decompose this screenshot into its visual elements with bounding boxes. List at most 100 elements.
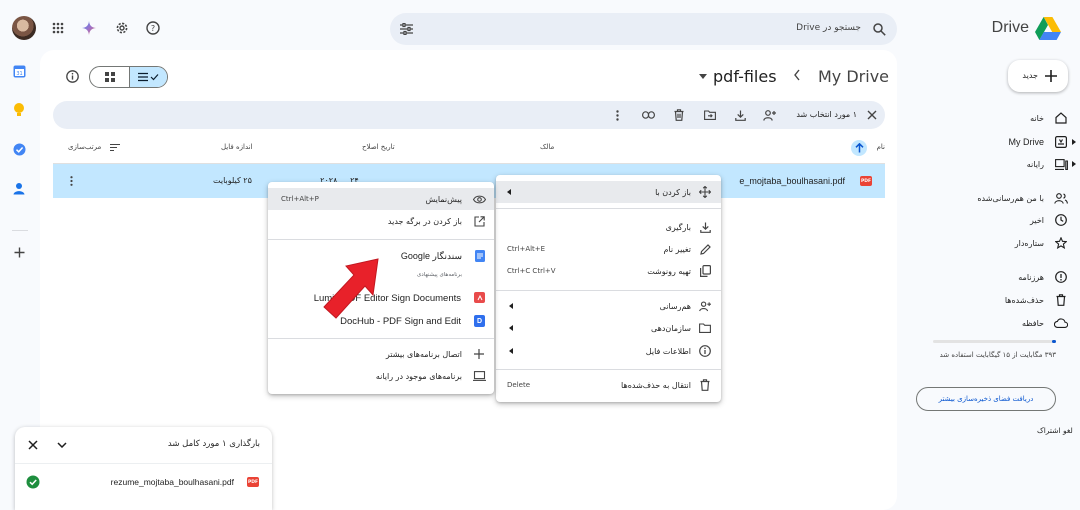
menu-item-share[interactable]: هم‌رسانی: [496, 295, 721, 317]
nav-item-spam[interactable]: هرزنامه: [908, 267, 1068, 287]
menu-item-open-with[interactable]: باز کردن با: [496, 181, 721, 203]
pdf-file-icon: PDF: [860, 176, 872, 186]
open-with-move-icon: [699, 186, 711, 198]
grid-view-icon[interactable]: [90, 67, 129, 87]
download-icon[interactable]: [733, 108, 747, 122]
get-more-storage-button[interactable]: دریافت فضای ذخیره‌سازی بیشتر: [916, 387, 1056, 411]
upload-status-title: بارگذاری ۱ مورد کامل شد: [167, 439, 260, 449]
collapse-chevron-down-icon[interactable]: [56, 439, 68, 451]
uploaded-file-name[interactable]: rezume_mojtaba_boulhasani.pdf: [111, 477, 234, 487]
menu-divider: [496, 208, 721, 209]
search-bar[interactable]: جستجو در Drive: [390, 13, 897, 45]
search-input[interactable]: جستجو در Drive: [796, 23, 861, 33]
row-more-kebab-icon[interactable]: [66, 175, 76, 187]
gemini-icon[interactable]: [81, 20, 97, 36]
plus-icon: [1044, 69, 1058, 83]
menu-item-file-info[interactable]: اطلاعات فایل: [496, 340, 721, 362]
submenu-item-lumin[interactable]: Lumin PDF Editor Sign Documents: [268, 287, 494, 309]
sort-options-label[interactable]: مرتب‌سازی: [68, 143, 101, 151]
share-person-add-icon[interactable]: [762, 108, 776, 122]
breadcrumb-current-folder[interactable]: pdf-files: [713, 67, 777, 86]
column-header-owner[interactable]: مالک: [540, 143, 554, 151]
sort-arrow-up-icon[interactable]: [851, 140, 867, 156]
svg-text:31: 31: [16, 71, 22, 77]
file-name[interactable]: e_mojtaba_boulhasani.pdf: [739, 176, 845, 186]
tasks-icon[interactable]: [12, 142, 26, 156]
column-header-name[interactable]: نام: [877, 143, 885, 151]
submenu-item-preview[interactable]: پیش‌نمایش Ctrl+Alt+P: [268, 188, 494, 210]
calendar-icon[interactable]: 31: [12, 64, 26, 78]
app-name: Drive: [991, 19, 1029, 36]
menu-item-move-to-trash[interactable]: انتقال به حذف‌شده‌ها Delete: [496, 374, 721, 396]
apps-grid-icon[interactable]: [50, 20, 66, 36]
cloud-icon: [1054, 316, 1068, 330]
star-icon: [1054, 236, 1068, 250]
column-header-size[interactable]: اندازه فایل: [221, 143, 253, 151]
more-actions-kebab-icon[interactable]: [610, 108, 624, 122]
rail-divider: [12, 230, 28, 231]
my-drive-icon: [1054, 135, 1068, 149]
avatar[interactable]: [12, 16, 36, 40]
unsubscribe-link[interactable]: لغو اشتراک: [1037, 426, 1073, 435]
submenu-item-computer-apps[interactable]: برنامه‌های موجود در رایانه: [268, 365, 494, 387]
clear-selection-close-icon[interactable]: [865, 108, 879, 122]
keep-icon[interactable]: [12, 103, 26, 117]
menu-item-organize[interactable]: سازمان‌دهی: [496, 317, 721, 339]
breadcrumb-root[interactable]: My Drive: [818, 67, 889, 86]
storage-meter-fill: [1052, 340, 1056, 343]
nav-item-shared-with-me[interactable]: با من هم‌رسانی‌شده: [908, 188, 1068, 208]
menu-item-download[interactable]: بارگیری: [496, 216, 721, 238]
nav-item-recent[interactable]: اخیر: [908, 210, 1068, 230]
list-view-icon[interactable]: [129, 67, 167, 87]
nav-item-starred[interactable]: ستاره‌دار: [908, 233, 1068, 253]
add-addon-icon[interactable]: [12, 245, 26, 259]
move-to-folder-icon[interactable]: [703, 108, 717, 122]
clock-icon: [1054, 213, 1068, 227]
help-icon[interactable]: ?: [145, 20, 161, 36]
folder-icon: [699, 322, 711, 334]
trash-icon: [1054, 293, 1068, 307]
contacts-icon[interactable]: [12, 181, 26, 195]
view-toggle[interactable]: [89, 66, 168, 88]
submenu-item-connect-more-apps[interactable]: اتصال برنامه‌های بیشتر: [268, 343, 494, 365]
context-menu: باز کردن با بارگیری تغییر نام Ctrl+Alt+E…: [496, 175, 721, 402]
success-check-icon: [26, 475, 40, 489]
open-in-new-icon: [473, 215, 486, 227]
nav-item-home[interactable]: خانه: [908, 108, 1068, 128]
pdf-file-icon: PDF: [247, 477, 259, 487]
upload-complete-panel: بارگذاری ۱ مورد کامل شد PDF rezume_mojta…: [15, 427, 272, 510]
folder-dropdown-icon[interactable]: [699, 74, 707, 79]
new-button[interactable]: جدید: [1008, 60, 1068, 92]
menu-item-make-copy[interactable]: تهیه رونوشت Ctrl+C Ctrl+V: [496, 260, 721, 282]
svg-text:?: ?: [151, 24, 155, 33]
annotation-arrow-icon: [318, 258, 380, 324]
dochub-app-icon: D: [474, 315, 485, 327]
submenu-item-open-new-tab[interactable]: باز کردن در برگه جدید: [268, 210, 494, 232]
download-icon: [699, 221, 711, 233]
expand-caret-icon[interactable]: [1072, 161, 1076, 167]
search-options-icon[interactable]: [398, 21, 414, 37]
info-icon[interactable]: [65, 69, 79, 83]
file-size: ۲۵ کیلوبایت: [213, 176, 252, 185]
selection-count: ۱ مورد انتخاب شد: [796, 110, 857, 119]
expand-caret-icon[interactable]: [1072, 139, 1076, 145]
submenu-caret-icon: [509, 325, 513, 331]
close-panel-icon[interactable]: [27, 439, 39, 451]
search-icon[interactable]: [871, 21, 887, 37]
submenu-item-dochub[interactable]: D DocHub - PDF Sign and Edit: [268, 310, 494, 332]
copy-link-icon[interactable]: [641, 108, 655, 122]
submenu-item-google-docs[interactable]: سندنگار Google: [268, 245, 494, 267]
nav-item-my-drive[interactable]: My Drive: [908, 132, 1076, 152]
menu-item-rename[interactable]: تغییر نام Ctrl+Alt+E: [496, 238, 721, 260]
storage-usage-text: ۳۹۳ مگابایت از ۱۵ گیگابایت استفاده شد: [939, 351, 1056, 359]
menu-divider: [268, 239, 494, 240]
suggested-apps-heading: برنامه‌های پیشنهادی: [416, 272, 462, 278]
sort-lines-icon[interactable]: [109, 142, 121, 152]
settings-gear-icon[interactable]: [114, 20, 130, 36]
nav-item-trash[interactable]: حذف‌شده‌ها: [908, 290, 1068, 310]
column-header-modified[interactable]: تاریخ اصلاح: [362, 143, 395, 151]
trash-icon[interactable]: [672, 108, 686, 122]
nav-item-computers[interactable]: رایانه: [908, 154, 1076, 174]
breadcrumb-chevron-icon: [793, 69, 801, 81]
nav-item-storage[interactable]: حافظه: [908, 313, 1068, 333]
